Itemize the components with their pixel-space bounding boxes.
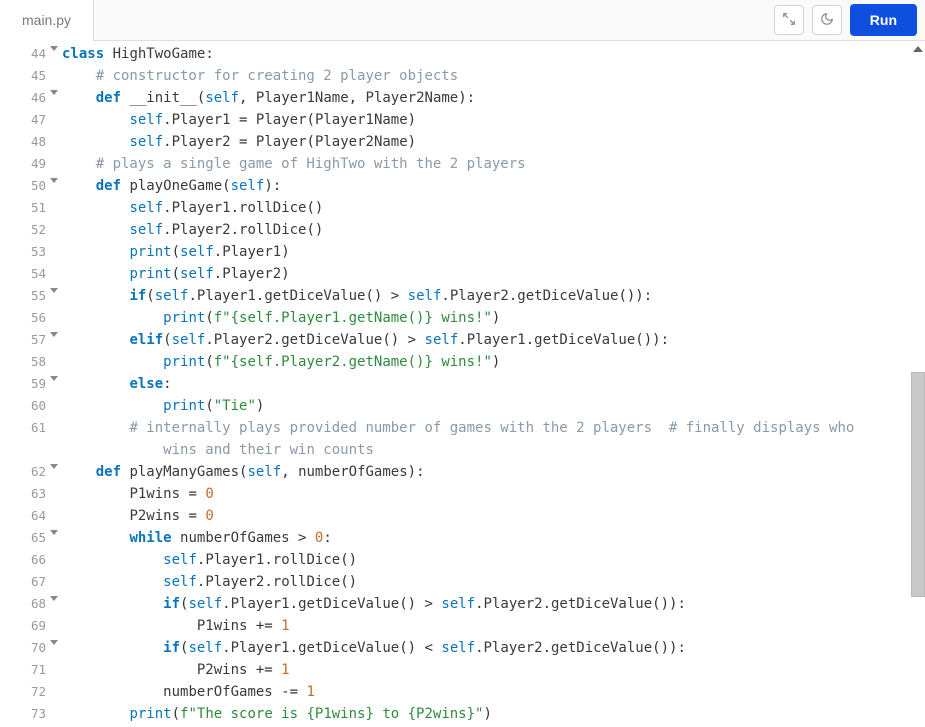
code-line[interactable]: P1wins += 1	[62, 615, 925, 637]
line-number: 53	[0, 241, 56, 263]
code-line[interactable]: if(self.Player1.getDiceValue() < self.Pl…	[62, 637, 925, 659]
line-number: 70	[0, 637, 56, 659]
code-line[interactable]: print(self.Player1)	[62, 241, 925, 263]
line-number: 65	[0, 527, 56, 549]
code-line[interactable]: class HighTwoGame:	[62, 43, 925, 65]
code-line[interactable]: print(f"The score is {P1wins} to {P2wins…	[62, 703, 925, 725]
fold-toggle-icon[interactable]	[50, 464, 58, 469]
line-number: 51	[0, 197, 56, 219]
code-line[interactable]: print(f"{self.Player2.getName()} wins!")	[62, 351, 925, 373]
code-line[interactable]: self.Player1 = Player(Player1Name)	[62, 109, 925, 131]
line-number: 50	[0, 175, 56, 197]
fold-toggle-icon[interactable]	[50, 90, 58, 95]
code-line[interactable]: self.Player1.rollDice()	[62, 549, 925, 571]
scrollbar-track[interactable]	[910, 56, 925, 727]
line-number: 72	[0, 681, 56, 703]
line-number: 57	[0, 329, 56, 351]
line-number: 73	[0, 703, 56, 725]
code-line[interactable]: if(self.Player1.getDiceValue() > self.Pl…	[62, 593, 925, 615]
code-line[interactable]: self.Player2.rollDice()	[62, 219, 925, 241]
line-number: 64	[0, 505, 56, 527]
fold-toggle-icon[interactable]	[50, 288, 58, 293]
code-line[interactable]: P2wins = 0	[62, 505, 925, 527]
code-line[interactable]: # constructor for creating 2 player obje…	[62, 65, 925, 87]
code-line[interactable]: else:	[62, 373, 925, 395]
code-editor[interactable]: 444546474849505152535455565758596061 6263…	[0, 41, 925, 727]
line-number: 61	[0, 417, 56, 439]
code-line[interactable]: print(f"{self.Player1.getName()} wins!")	[62, 307, 925, 329]
line-number-wrap	[0, 439, 56, 461]
file-tab[interactable]: main.py	[0, 0, 94, 41]
line-number: 60	[0, 395, 56, 417]
code-line-wrap[interactable]: wins and their win counts	[62, 439, 925, 461]
line-number: 67	[0, 571, 56, 593]
tab-filename: main.py	[22, 12, 71, 28]
line-number: 58	[0, 351, 56, 373]
code-line[interactable]: def __init__(self, Player1Name, Player2N…	[62, 87, 925, 109]
expand-button[interactable]	[774, 5, 804, 35]
line-number: 48	[0, 131, 56, 153]
code-line[interactable]: # internally plays provided number of ga…	[62, 417, 925, 439]
code-line[interactable]: print("Tie")	[62, 395, 925, 417]
line-number: 63	[0, 483, 56, 505]
theme-toggle-button[interactable]	[812, 5, 842, 35]
line-number: 71	[0, 659, 56, 681]
expand-icon	[782, 12, 796, 29]
code-line[interactable]: P2wins += 1	[62, 659, 925, 681]
code-line[interactable]: numberOfGames -= 1	[62, 681, 925, 703]
code-line[interactable]: self.Player1.rollDice()	[62, 197, 925, 219]
line-number: 47	[0, 109, 56, 131]
line-number: 59	[0, 373, 56, 395]
line-number: 46	[0, 87, 56, 109]
fold-toggle-icon[interactable]	[50, 46, 58, 51]
line-number: 68	[0, 593, 56, 615]
code-content[interactable]: class HighTwoGame: # constructor for cre…	[56, 41, 925, 725]
code-line[interactable]: print(self.Player2)	[62, 263, 925, 285]
line-number: 69	[0, 615, 56, 637]
toolbar-right: Run	[774, 4, 917, 36]
fold-toggle-icon[interactable]	[50, 640, 58, 645]
code-line[interactable]: P1wins = 0	[62, 483, 925, 505]
code-line[interactable]: def playManyGames(self, numberOfGames):	[62, 461, 925, 483]
fold-toggle-icon[interactable]	[50, 332, 58, 337]
fold-toggle-icon[interactable]	[50, 376, 58, 381]
code-line[interactable]: self.Player2.rollDice()	[62, 571, 925, 593]
toolbar: main.py Run	[0, 0, 925, 41]
code-line[interactable]: def playOneGame(self):	[62, 175, 925, 197]
code-line[interactable]: if(self.Player1.getDiceValue() > self.Pl…	[62, 285, 925, 307]
fold-toggle-icon[interactable]	[50, 178, 58, 183]
fold-toggle-icon[interactable]	[50, 596, 58, 601]
line-number: 66	[0, 549, 56, 571]
line-number: 52	[0, 219, 56, 241]
scrollbar-thumb[interactable]	[911, 372, 925, 597]
code-line[interactable]: elif(self.Player2.getDiceValue() > self.…	[62, 329, 925, 351]
line-number: 54	[0, 263, 56, 285]
scrollbar-up-arrow[interactable]	[910, 41, 925, 56]
line-number: 49	[0, 153, 56, 175]
fold-toggle-icon[interactable]	[50, 530, 58, 535]
moon-icon	[820, 12, 834, 29]
line-number: 44	[0, 43, 56, 65]
code-line[interactable]: # plays a single game of HighTwo with th…	[62, 153, 925, 175]
code-line[interactable]: while numberOfGames > 0:	[62, 527, 925, 549]
line-number: 62	[0, 461, 56, 483]
editor-container: 444546474849505152535455565758596061 6263…	[0, 41, 925, 727]
line-number: 56	[0, 307, 56, 329]
run-button[interactable]: Run	[850, 4, 917, 36]
code-line[interactable]: self.Player2 = Player(Player2Name)	[62, 131, 925, 153]
line-number: 45	[0, 65, 56, 87]
line-number-gutter: 444546474849505152535455565758596061 6263…	[0, 41, 56, 725]
line-number: 55	[0, 285, 56, 307]
